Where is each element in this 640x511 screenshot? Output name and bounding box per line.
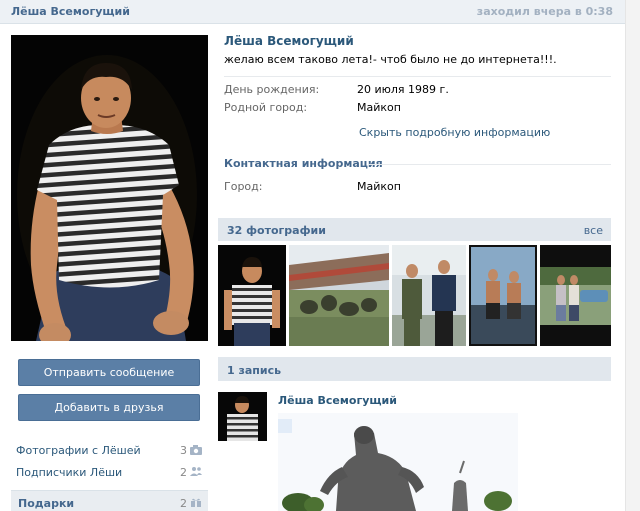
photo-thumbnail[interactable] — [540, 245, 611, 346]
posts-title: 1 запись — [227, 364, 282, 377]
add-friend-button[interactable]: Добавить в друзья — [18, 394, 200, 421]
hometown-label: Родной город: — [224, 101, 308, 114]
people-icon — [190, 466, 202, 476]
header-profile-name[interactable]: Лёша Всемогущий — [11, 5, 130, 18]
profile-status[interactable]: желаю всем таково лета!- чтоб было не до… — [224, 53, 557, 66]
photos-section-header[interactable]: 32 фотографии все — [218, 218, 611, 241]
posts-section-header: 1 запись — [218, 357, 611, 381]
gifts-title: Подарки — [18, 497, 75, 510]
photo-thumbnail[interactable] — [469, 245, 537, 346]
photo-thumbnail[interactable] — [392, 245, 466, 346]
gift-icon — [191, 497, 201, 510]
contact-info-title: Контактная информация — [224, 157, 383, 170]
last-seen-status: заходил вчера в 0:38 — [476, 5, 613, 18]
photos-all-link[interactable]: все — [584, 224, 603, 237]
post-author-name[interactable]: Лёша Всемогущий — [278, 394, 397, 407]
post-image[interactable] — [278, 413, 518, 511]
birthday-label: День рождения: — [224, 83, 320, 96]
photos-title: 32 фотографии — [227, 224, 326, 237]
scrollbar[interactable] — [625, 0, 640, 511]
divider — [368, 164, 611, 165]
post-author-avatar[interactable] — [218, 392, 267, 441]
photo-thumbnail[interactable] — [218, 245, 286, 346]
profile-header-bar: Лёша Всемогущий заходил вчера в 0:38 — [0, 0, 625, 24]
divider — [224, 76, 611, 77]
photos-with-user-count: 3 — [180, 444, 187, 457]
camera-icon — [190, 445, 202, 455]
profile-name: Лёша Всемогущий — [224, 34, 354, 48]
photos-with-user-link[interactable]: Фотографии с Лёшей — [16, 444, 141, 457]
profile-avatar[interactable] — [11, 35, 208, 341]
city-label: Город: — [224, 180, 263, 193]
followers-link[interactable]: Подписчики Лёши — [16, 466, 122, 479]
followers-count: 2 — [180, 466, 187, 479]
hometown-value[interactable]: Майкоп — [357, 101, 401, 114]
gifts-count: 2 — [180, 497, 187, 510]
send-message-button[interactable]: Отправить сообщение — [18, 359, 200, 386]
birthday-value[interactable]: 20 июля 1989 г. — [357, 83, 449, 96]
gifts-section-header[interactable]: Подарки 2 — [11, 490, 208, 511]
hide-details-link[interactable]: Скрыть подробную информацию — [359, 126, 550, 139]
city-value[interactable]: Майкоп — [357, 180, 401, 193]
photo-thumbnail[interactable] — [289, 245, 389, 346]
